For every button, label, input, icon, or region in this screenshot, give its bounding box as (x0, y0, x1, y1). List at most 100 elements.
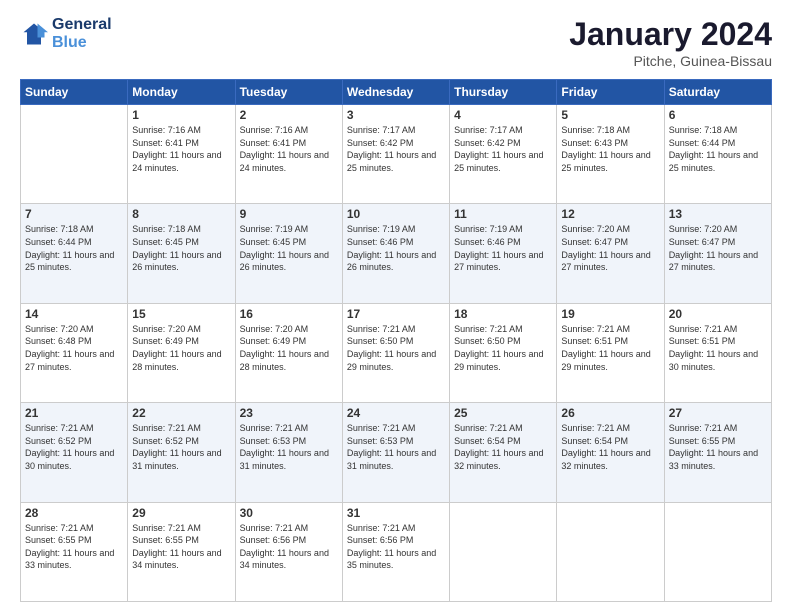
calendar-cell: 22Sunrise: 7:21 AMSunset: 6:52 PMDayligh… (128, 403, 235, 502)
day-info: Sunrise: 7:21 AMSunset: 6:56 PMDaylight:… (347, 522, 445, 572)
sunrise-text: Sunrise: 7:21 AM (347, 423, 416, 433)
day-info: Sunrise: 7:18 AM Sunset: 6:44 PM Daylight:… (25, 223, 123, 273)
day-number: 8 (132, 207, 230, 221)
daylight-text: Daylight: 11 hours and 33 minutes. (669, 448, 758, 471)
sunset-text: Sunset: 6:51 PM (561, 336, 628, 346)
day-info: Sunrise: 7:16 AMSunset: 6:41 PMDaylight:… (240, 124, 338, 174)
day-number: 27 (669, 406, 767, 420)
sunset-text: Sunset: 6:55 PM (669, 436, 736, 446)
sunset-text: Sunset: 6:56 PM (240, 535, 307, 545)
daylight-text: Daylight: 11 hours and 27 minutes. (25, 349, 114, 372)
daylight-text: Daylight: 11 hours and 27 minutes. (454, 250, 543, 273)
sunset-text: Sunset: 6:41 PM (132, 138, 199, 148)
day-number: 23 (240, 406, 338, 420)
calendar-cell: 30Sunrise: 7:21 AMSunset: 6:56 PMDayligh… (235, 502, 342, 601)
sunrise-text: Sunrise: 7:18 AM (132, 224, 201, 234)
sunrise-text: Sunrise: 7:21 AM (669, 324, 738, 334)
daylight-text: Daylight: 11 hours and 25 minutes. (347, 150, 436, 173)
sunrise-text: Sunrise: 7:21 AM (25, 423, 94, 433)
day-info: Sunrise: 7:16 AMSunset: 6:41 PMDaylight:… (132, 124, 230, 174)
sunset-text: Sunset: 6:44 PM (669, 138, 736, 148)
calendar-cell: 5Sunrise: 7:18 AMSunset: 6:43 PMDaylight… (557, 105, 664, 204)
calendar-cell: 26Sunrise: 7:21 AMSunset: 6:54 PMDayligh… (557, 403, 664, 502)
calendar-cell: 13Sunrise: 7:20 AMSunset: 6:47 PMDayligh… (664, 204, 771, 303)
day-info: Sunrise: 7:21 AMSunset: 6:52 PMDaylight:… (25, 422, 123, 472)
sunrise-text: Sunrise: 7:21 AM (561, 423, 630, 433)
daylight-text: Daylight: 11 hours and 32 minutes. (454, 448, 543, 471)
header: General Blue January 2024 Pitche, Guinea… (20, 16, 772, 69)
page: General Blue January 2024 Pitche, Guinea… (0, 0, 792, 612)
daylight-text: Daylight: 11 hours and 30 minutes. (669, 349, 758, 372)
sunset-text: Sunset: 6:54 PM (454, 436, 521, 446)
day-info: Sunrise: 7:18 AMSunset: 6:43 PMDaylight:… (561, 124, 659, 174)
daylight-text: Daylight: 11 hours and 29 minutes. (561, 349, 650, 372)
calendar-cell: 20Sunrise: 7:21 AMSunset: 6:51 PMDayligh… (664, 303, 771, 402)
sunrise-text: Sunrise: 7:21 AM (347, 324, 416, 334)
daylight-text: Daylight: 11 hours and 33 minutes. (25, 548, 114, 571)
day-number: 7 (25, 207, 123, 221)
sunrise-text: Sunrise: 7:21 AM (347, 523, 416, 533)
sunset-text: Sunset: 6:51 PM (669, 336, 736, 346)
calendar-cell: 25Sunrise: 7:21 AMSunset: 6:54 PMDayligh… (450, 403, 557, 502)
day-info: Sunrise: 7:21 AMSunset: 6:50 PMDaylight:… (454, 323, 552, 373)
day-number: 18 (454, 307, 552, 321)
daylight-text: Daylight: 11 hours and 28 minutes. (132, 349, 221, 372)
day-number: 25 (454, 406, 552, 420)
day-number: 15 (132, 307, 230, 321)
daylight-text: Daylight: 11 hours and 25 minutes. (561, 150, 650, 173)
sunset-text: Sunset: 6:45 PM (240, 237, 307, 247)
day-info: Sunrise: 7:18 AM Sunset: 6:44 PM Daylight:… (669, 124, 767, 174)
day-number: 14 (25, 307, 123, 321)
daylight-text: Daylight: 11 hours and 34 minutes. (240, 548, 329, 571)
sunrise-text: Sunrise: 7:20 AM (25, 324, 94, 334)
day-info: Sunrise: 7:20 AMSunset: 6:47 PMDaylight:… (669, 223, 767, 273)
col-sunday: Sunday (21, 80, 128, 105)
calendar-week-3: 14Sunrise: 7:20 AMSunset: 6:48 PMDayligh… (21, 303, 772, 402)
sunrise-text: Sunrise: 7:18 AM (669, 125, 738, 135)
day-number: 4 (454, 108, 552, 122)
daylight-text: Daylight: 11 hours and 25 minutes. (25, 250, 114, 273)
daylight-text: Daylight: 11 hours and 24 minutes. (132, 150, 221, 173)
day-number: 6 (669, 108, 767, 122)
calendar-cell (664, 502, 771, 601)
calendar-cell: 18 Sunrise: 7:21 AMSunset: 6:50 PMDayligh… (450, 303, 557, 402)
calendar-week-1: 1Sunrise: 7:16 AMSunset: 6:41 PMDaylight… (21, 105, 772, 204)
day-number: 10 (347, 207, 445, 221)
day-number: 11 (454, 207, 552, 221)
daylight-text: Daylight: 11 hours and 31 minutes. (240, 448, 329, 471)
calendar-cell (557, 502, 664, 601)
calendar-cell (450, 502, 557, 601)
day-info: Sunrise: 7:19 AMSunset: 6:46 PMDaylight:… (347, 223, 445, 273)
daylight-text: Daylight: 11 hours and 25 minutes. (454, 150, 543, 173)
sunrise-text: Sunrise: 7:19 AM (240, 224, 309, 234)
calendar-week-2: 7 Sunrise: 7:18 AM Sunset: 6:44 PM Daylight… (21, 204, 772, 303)
sunset-text: Sunset: 6:49 PM (132, 336, 199, 346)
day-number: 19 (561, 307, 659, 321)
calendar-cell: 28Sunrise: 7:21 AMSunset: 6:55 PMDayligh… (21, 502, 128, 601)
calendar-cell: 21Sunrise: 7:21 AMSunset: 6:52 PMDayligh… (21, 403, 128, 502)
sunrise-text: Sunrise: 7:18 AM (25, 224, 94, 234)
month-title: January 2024 (569, 16, 772, 53)
sunset-text: Sunset: 6:55 PM (25, 535, 92, 545)
calendar-week-5: 28Sunrise: 7:21 AMSunset: 6:55 PMDayligh… (21, 502, 772, 601)
day-number: 24 (347, 406, 445, 420)
day-number: 2 (240, 108, 338, 122)
sunset-text: Sunset: 6:44 PM (25, 237, 92, 247)
day-number: 30 (240, 506, 338, 520)
day-info: Sunrise: 7:21 AMSunset: 6:53 PMDaylight:… (347, 422, 445, 472)
daylight-text: Daylight: 11 hours and 25 minutes. (669, 150, 758, 173)
col-monday: Monday (128, 80, 235, 105)
day-info: Sunrise: 7:21 AM Sunset: 6:55 PM Daylight:… (25, 522, 123, 572)
sunrise-text: Sunrise: 7:21 AM (25, 523, 94, 533)
calendar-cell: 8Sunrise: 7:18 AMSunset: 6:45 PMDaylight… (128, 204, 235, 303)
logo-text: General Blue (52, 16, 112, 51)
daylight-text: Daylight: 11 hours and 27 minutes. (669, 250, 758, 273)
day-info: Sunrise: 7:17 AMSunset: 6:42 PMDaylight:… (347, 124, 445, 174)
day-number: 29 (132, 506, 230, 520)
col-tuesday: Tuesday (235, 80, 342, 105)
calendar-cell: 31Sunrise: 7:21 AMSunset: 6:56 PMDayligh… (342, 502, 449, 601)
sunrise-text: Sunrise: 7:21 AM (132, 523, 201, 533)
calendar-cell: 1Sunrise: 7:16 AMSunset: 6:41 PMDaylight… (128, 105, 235, 204)
day-number: 17 (347, 307, 445, 321)
calendar-cell: 15Sunrise: 7:20 AMSunset: 6:49 PMDayligh… (128, 303, 235, 402)
